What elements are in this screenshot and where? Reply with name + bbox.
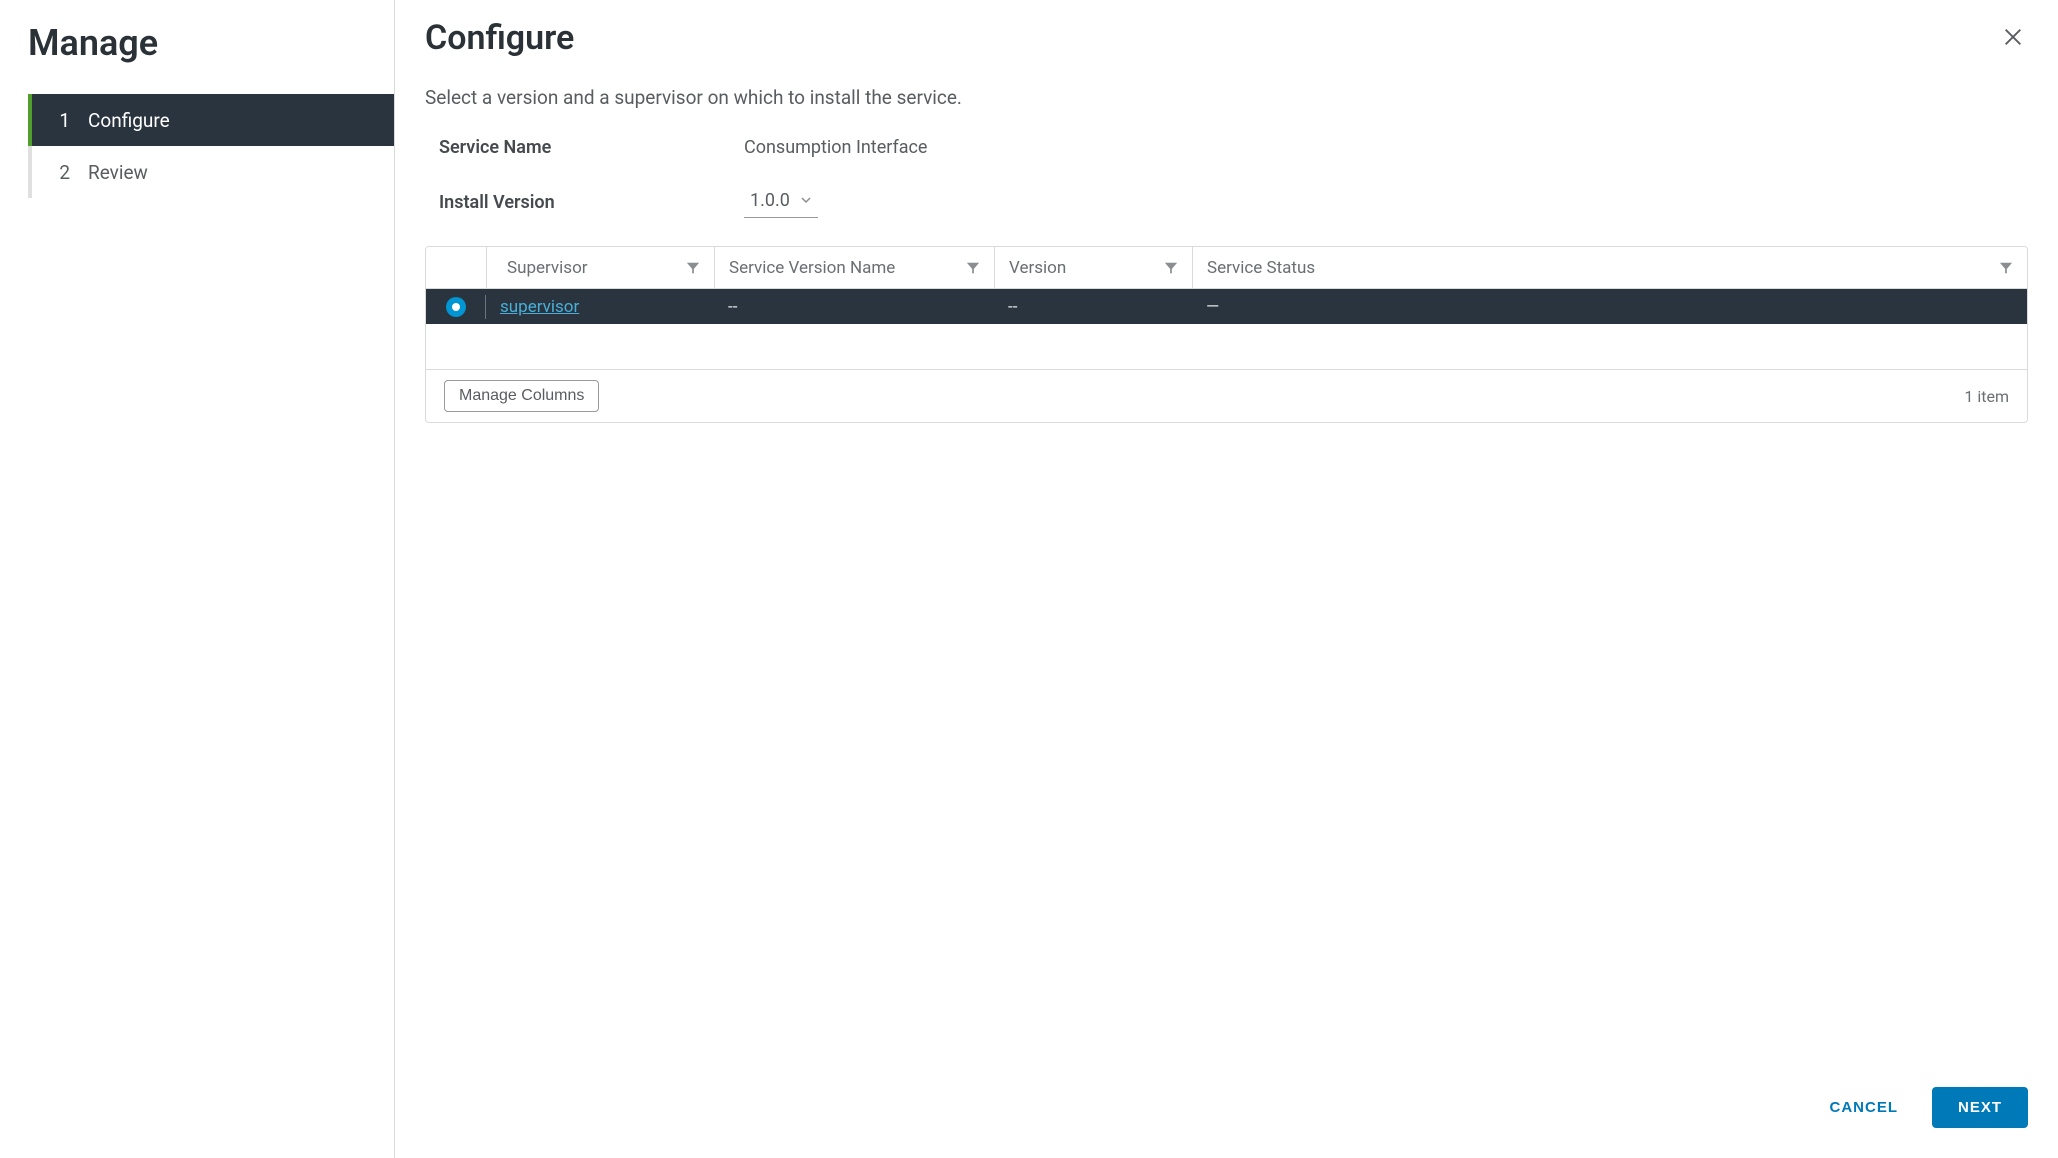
supervisor-link[interactable]: supervisor xyxy=(500,297,579,317)
table-footer: Manage Columns 1 item xyxy=(426,369,2027,422)
service-name-label: Service Name xyxy=(439,137,744,158)
install-version-value: 1.0.0 xyxy=(750,190,790,211)
filter-icon[interactable] xyxy=(966,261,980,275)
filter-icon[interactable] xyxy=(1164,261,1178,275)
column-label: Service Version Name xyxy=(729,258,895,278)
column-label: Version xyxy=(1009,258,1066,278)
row-supervisor-cell: supervisor xyxy=(486,297,714,317)
page-title: Configure xyxy=(425,18,574,58)
chevron-down-icon xyxy=(800,190,812,211)
step-number: 2 xyxy=(56,161,70,184)
step-number: 1 xyxy=(56,109,70,132)
table-header: Supervisor Service Version Name Version xyxy=(426,247,2027,289)
close-icon xyxy=(2002,36,2024,51)
item-count: 1 item xyxy=(1964,387,2009,406)
filter-icon[interactable] xyxy=(686,261,700,275)
row-radio-cell[interactable] xyxy=(426,295,486,319)
wizard-steps: 1 Configure 2 Review xyxy=(28,94,394,198)
column-service-status[interactable]: Service Status xyxy=(1192,247,2027,288)
filter-icon[interactable] xyxy=(1999,261,2013,275)
radio-selected-icon[interactable] xyxy=(446,297,466,317)
column-label: Service Status xyxy=(1207,258,1315,278)
step-label: Configure xyxy=(88,109,170,132)
manage-columns-button[interactable]: Manage Columns xyxy=(444,380,599,412)
row-version-cell: -- xyxy=(994,297,1192,317)
main-panel: Configure Select a version and a supervi… xyxy=(395,0,2058,1158)
column-select xyxy=(426,247,486,288)
table-row[interactable]: supervisor -- -- — xyxy=(426,289,2027,324)
supervisor-table: Supervisor Service Version Name Version xyxy=(425,246,2028,423)
install-version-row: Install Version 1.0.0 xyxy=(425,186,2028,218)
sidebar-title: Manage xyxy=(0,22,394,94)
step-review[interactable]: 2 Review xyxy=(32,146,394,198)
cancel-button[interactable]: CANCEL xyxy=(1823,1089,1904,1126)
main-header: Configure xyxy=(425,18,2028,58)
next-button[interactable]: NEXT xyxy=(1932,1087,2028,1128)
app-root: Manage 1 Configure 2 Review Configure Se… xyxy=(0,0,2058,1158)
column-version[interactable]: Version xyxy=(994,247,1192,288)
service-name-row: Service Name Consumption Interface xyxy=(425,137,2028,158)
install-version-select[interactable]: 1.0.0 xyxy=(744,186,818,218)
page-subtitle: Select a version and a supervisor on whi… xyxy=(425,86,2028,109)
install-version-label: Install Version xyxy=(439,192,744,213)
step-label: Review xyxy=(88,161,148,184)
column-supervisor[interactable]: Supervisor xyxy=(486,247,714,288)
column-service-version-name[interactable]: Service Version Name xyxy=(714,247,994,288)
table-body: supervisor -- -- — xyxy=(426,289,2027,369)
column-label: Supervisor xyxy=(507,258,588,278)
row-status-cell: — xyxy=(1192,297,2027,317)
service-name-value: Consumption Interface xyxy=(744,137,927,158)
wizard-sidebar: Manage 1 Configure 2 Review xyxy=(0,0,395,1158)
row-svn-cell: -- xyxy=(714,297,994,317)
wizard-footer: CANCEL NEXT xyxy=(425,1063,2028,1158)
step-configure[interactable]: 1 Configure xyxy=(28,94,394,146)
close-button[interactable] xyxy=(1998,22,2028,55)
